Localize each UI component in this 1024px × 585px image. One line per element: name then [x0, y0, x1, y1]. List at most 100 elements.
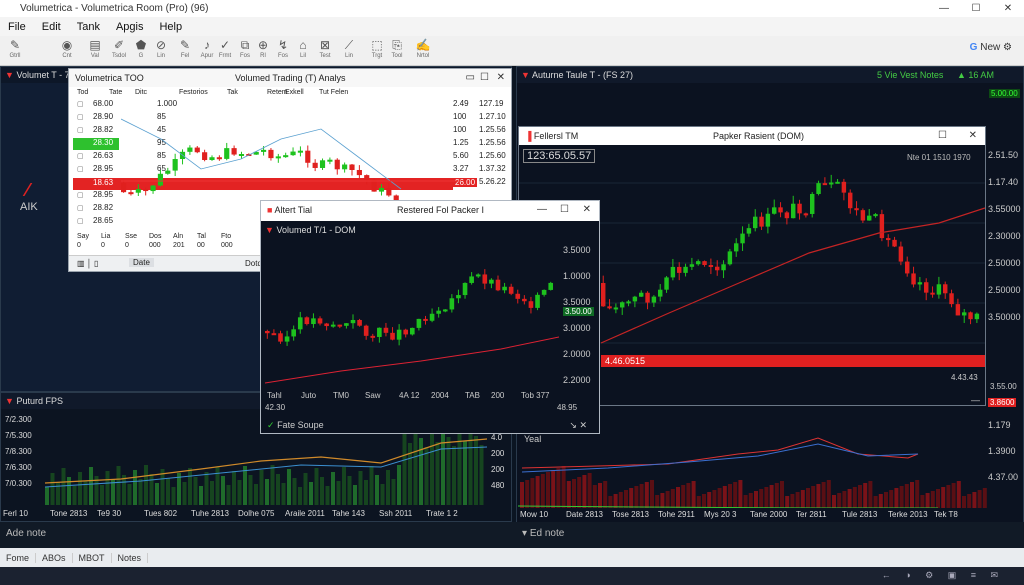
small-footer-buttons[interactable]: ↘ ✕ [569, 417, 587, 433]
toolbar-button-16[interactable]: ⎘ Tool [386, 38, 408, 60]
toolbar-button-3[interactable]: ✐ Tsdol [108, 38, 130, 60]
date-button[interactable]: Date [129, 258, 154, 267]
menu-apgis[interactable]: Apgis [116, 21, 144, 33]
toolbar-button-1[interactable]: ◉ Cnt [56, 38, 78, 60]
tab-ed-note[interactable]: ▾ Ed note [522, 528, 564, 539]
volume-bar [204, 472, 209, 505]
toolbar-button-10[interactable]: ⊕ Rl [252, 38, 274, 60]
volume-bar [629, 488, 634, 508]
candle [968, 312, 973, 320]
candle [383, 327, 389, 333]
dom-price-0: 68.00 [93, 99, 114, 108]
volume-bar [435, 442, 440, 505]
system-tray[interactable]: ← ◑ ⚙ ▣ ≡ ✉ [882, 570, 1004, 581]
volume-bar [391, 479, 396, 505]
menu-tank[interactable]: Tank [77, 21, 100, 33]
volume-bar [144, 465, 148, 505]
dom-window-min[interactable]: ▭ [466, 69, 475, 87]
side-logo: ⁄ AIK [20, 180, 38, 213]
small-window-close[interactable]: ✕ [583, 201, 591, 219]
big-y-tick-4: 2.50000 [988, 258, 1021, 268]
candle [121, 183, 127, 193]
candle [423, 318, 428, 321]
dom-price-1: 28.90 [93, 112, 114, 121]
status-fome[interactable]: Fome [0, 552, 37, 563]
close-button[interactable]: ✕ [992, 0, 1024, 17]
big-window-titlebar: ▐ Fellersl TM Papker Rasient (DOM) ☐ ✕ [519, 127, 985, 145]
settings-icon[interactable]: ⚙ [1003, 42, 1012, 53]
dom-window-max[interactable]: ☐ [480, 69, 489, 87]
big-window-max[interactable]: ☐ [938, 127, 947, 145]
dom-bottom-3: Dos [149, 233, 162, 240]
candle [632, 296, 638, 302]
volume-bar [424, 447, 429, 505]
volume-bar [50, 473, 55, 505]
small-chart-window[interactable]: ■ Altert Tial Restered Fol Packer I — ☐ … [260, 200, 600, 434]
toolbar-button-13[interactable]: ⊠ Test [314, 38, 336, 60]
volume-bar [868, 481, 873, 508]
small-window-max[interactable]: ☐ [560, 201, 569, 219]
edit-icon: ✍ [415, 38, 431, 52]
status-mbot[interactable]: MBOT [73, 552, 112, 563]
row-checkbox-icon[interactable]: ▢ [77, 204, 84, 212]
candle [312, 162, 318, 168]
status-abos[interactable]: ABOs [36, 552, 73, 563]
toolbar-button-0[interactable]: ✎ Gtrll [4, 38, 26, 60]
row-checkbox-icon[interactable]: ▢ [77, 113, 84, 121]
status-notes[interactable]: Notes [112, 552, 149, 563]
toolbar-button-6[interactable]: ✎ Fel [174, 38, 196, 60]
row-checkbox-icon[interactable]: ▢ [77, 165, 84, 173]
toolbar-button-5[interactable]: ⊘ Lin [150, 38, 172, 60]
toolbar-button-14[interactable]: ⟋ Lin [338, 38, 360, 60]
footer-icon: ▥ │ ▯ [77, 259, 99, 268]
dom-price-7: 28.95 [93, 190, 114, 199]
new-button[interactable]: G New ⚙ [970, 42, 1012, 53]
volume-bar [540, 474, 545, 508]
candle [955, 304, 961, 316]
toolbar-button-8[interactable]: ✓ Frmt [214, 38, 236, 60]
big-window-close[interactable]: ✕ [969, 127, 977, 145]
dom-window-close[interactable]: ✕ [497, 69, 505, 87]
small-x-extra: 42.30 [265, 403, 286, 412]
volume-bar [166, 478, 170, 505]
candle [746, 228, 752, 234]
row-checkbox-icon[interactable]: ▢ [77, 126, 84, 134]
row-checkbox-icon[interactable]: ▢ [77, 100, 84, 108]
minimize-button[interactable]: — [928, 0, 960, 17]
candle [334, 159, 340, 170]
candle [721, 264, 726, 271]
tag-icon: ⌂ [299, 38, 307, 52]
menu-edit[interactable]: Edit [42, 21, 61, 33]
toolbar-button-4[interactable]: ⬟ G [130, 38, 152, 60]
volume-bar [331, 472, 335, 505]
volume-bar [314, 468, 319, 505]
volume-bar [138, 479, 143, 505]
dom-right-b-4: 1.25.60 [479, 151, 506, 160]
dom-bottom2-1: 0 [101, 242, 105, 249]
tab-add-note[interactable]: Ade note [6, 528, 46, 539]
big-window-minus[interactable]: — [971, 395, 980, 405]
status-bar: Fome ABOs MBOT Notes [0, 548, 1024, 567]
toolbar-button-2[interactable]: ▤ Val [84, 38, 106, 60]
toolbar-button-12[interactable]: ⌂ Lil [292, 38, 314, 60]
volume-bar [535, 476, 540, 508]
candle [772, 207, 777, 214]
volume-bar [603, 481, 608, 508]
small-window-min[interactable]: — [537, 201, 547, 219]
row-checkbox-icon[interactable]: ▢ [77, 191, 84, 199]
toolbar-button-17[interactable]: ✍ Nrtol [412, 38, 434, 60]
dom-price-5: 28.95 [93, 164, 114, 173]
toolbar-button-11[interactable]: ↯ Fos [272, 38, 294, 60]
volume-bar [785, 496, 790, 508]
menu-help[interactable]: Help [159, 21, 182, 33]
volume-bar [780, 481, 784, 508]
candle [696, 261, 701, 265]
maximize-button[interactable]: ☐ [960, 0, 992, 17]
volume-bar [221, 476, 225, 505]
row-checkbox-icon[interactable]: ▢ [77, 217, 84, 225]
toolbar-button-15[interactable]: ⬚ Trgt [366, 38, 388, 60]
candle [350, 319, 356, 324]
menu-file[interactable]: File [8, 21, 26, 33]
row-checkbox-icon[interactable]: ▢ [77, 152, 84, 160]
volume-bar [930, 491, 935, 508]
